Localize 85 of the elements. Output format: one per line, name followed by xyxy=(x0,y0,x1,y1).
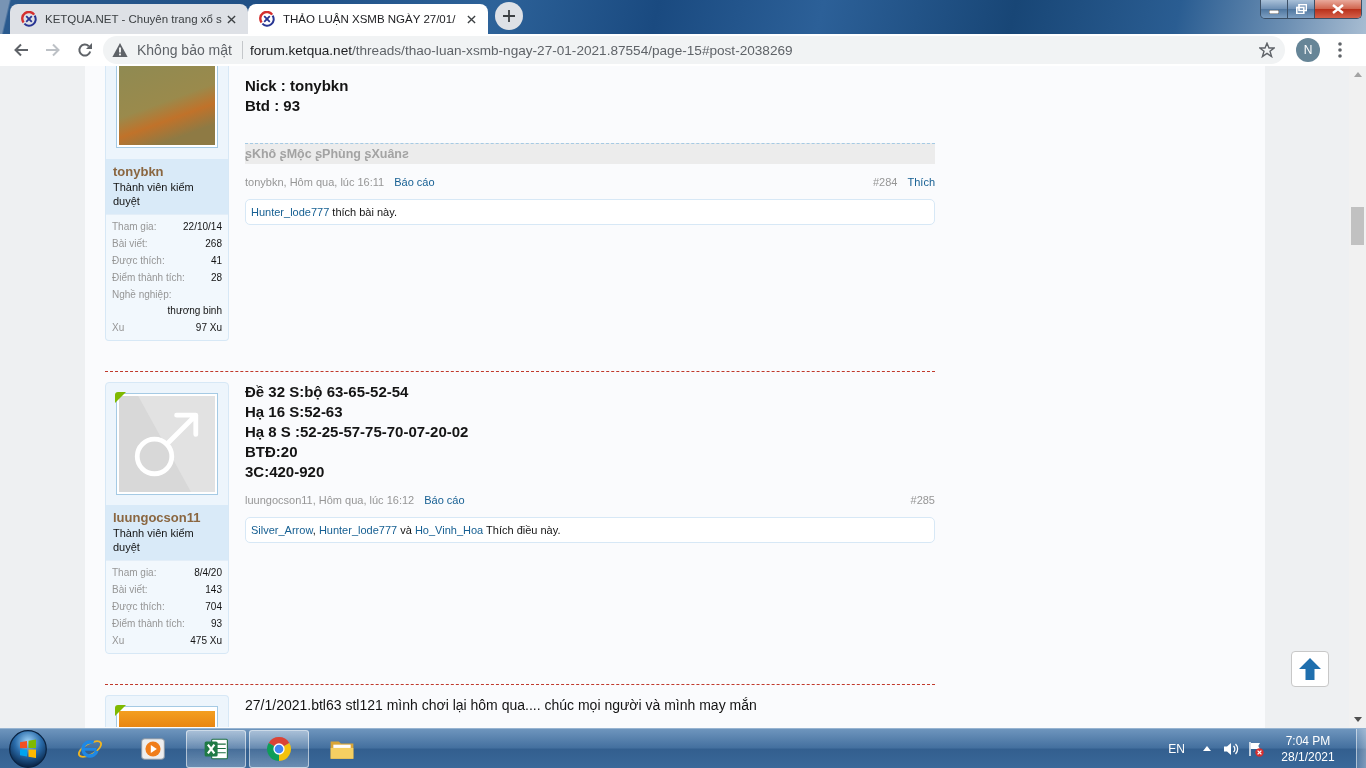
stat-label: Tham gia: xyxy=(112,566,157,580)
report-link[interactable]: Báo cáo xyxy=(424,492,465,508)
stat-label: Xu xyxy=(112,321,125,335)
bookmark-button[interactable] xyxy=(1257,40,1277,60)
stat-value: 268 xyxy=(205,237,222,251)
language-indicator[interactable]: EN xyxy=(1168,741,1185,756)
plus-icon xyxy=(503,9,515,22)
stat-label: Tham gia: xyxy=(112,220,157,234)
star-icon xyxy=(1259,42,1275,58)
scroll-to-top-button[interactable] xyxy=(1291,651,1329,687)
close-icon xyxy=(466,14,476,24)
username-link[interactable]: tonybkn xyxy=(113,164,221,180)
photo-placeholder[interactable] xyxy=(116,66,218,148)
stat-value: 93 xyxy=(210,617,222,631)
stat-value: 97 Xu xyxy=(195,321,222,335)
post-message: 27/1/2021.btl63 stl121 mình chơi lại hôm qua.... chúc mọi người và mình may mắn xyxy=(245,696,758,715)
stat-label: Được thích: xyxy=(112,600,165,614)
stat-label: Được thích: xyxy=(112,254,165,268)
up-arrow-icon xyxy=(1299,658,1321,680)
browser-tab[interactable]: THẢO LUẬN XSMB NGÀY 27/01/ xyxy=(248,4,488,34)
user-role: Thành viên kiểm duyệt xyxy=(113,180,195,208)
start-button[interactable] xyxy=(9,729,47,768)
scrollbar-thumb[interactable] xyxy=(1351,207,1364,245)
clock-time[interactable]: 7:04 PM xyxy=(1285,732,1331,749)
signature: ʂKhô ʂMộc ʂPhùng ʂXuânƨ xyxy=(245,143,935,164)
taskbar-app-button[interactable] xyxy=(249,729,309,768)
network-flag-error-icon[interactable] xyxy=(1248,740,1264,757)
security-label[interactable]: Không bảo mật xyxy=(137,42,232,58)
stat-value: thương binh xyxy=(167,304,222,318)
up-triangle-icon xyxy=(1353,72,1362,77)
post-message: Đề 32 S:bộ 63-65-52-54 Hạ 16 S:52-63 Hạ 8 S :52-25-57-75-70-07-20-02 BTĐ:20 3C:420-920 xyxy=(245,382,470,482)
stat-label: Bài viết: xyxy=(112,583,148,597)
stat-value: 475 Xu xyxy=(190,634,222,648)
logo-icon xyxy=(21,11,37,27)
user-link[interactable]: Hunter_lode777 xyxy=(318,524,398,536)
menu-dots-icon xyxy=(1338,42,1342,58)
stat-value: 704 xyxy=(205,600,222,614)
post-byline: luungocson11, Hôm qua, lúc 16:12 xyxy=(245,493,415,508)
stat-value: 41 xyxy=(210,254,222,268)
wheel-logo-icon xyxy=(266,735,292,762)
likes-text: Hunter_lode777 thích bài này. xyxy=(251,205,398,219)
user-link[interactable]: Ho_Vinh_Hoa xyxy=(414,524,484,536)
speaker-icon[interactable] xyxy=(1223,740,1239,757)
report-link[interactable]: Báo cáo xyxy=(394,174,435,190)
stat-label: Điểm thành tích: xyxy=(112,271,185,285)
like-link[interactable]: Thích xyxy=(907,174,935,190)
stat-label: Điểm thành tích: xyxy=(112,617,185,631)
minimize-button[interactable] xyxy=(1261,0,1288,18)
photo-placeholder[interactable] xyxy=(116,706,218,727)
minimize-icon xyxy=(1269,10,1279,14)
post-message: Nick : tonybkn Btd : 93 xyxy=(245,76,350,116)
username-link[interactable]: luungocson11 xyxy=(113,510,221,526)
stat-value: 8/4/20 xyxy=(194,566,222,580)
new-tab-button[interactable] xyxy=(495,1,523,30)
restore-button[interactable] xyxy=(1288,0,1315,18)
stat-value: 28 xyxy=(210,271,222,285)
user-link[interactable]: Hunter_lode777 xyxy=(251,206,330,218)
clock-date[interactable]: 28/1/2021 xyxy=(1281,748,1335,765)
user-link[interactable]: Silver_Arrow xyxy=(251,524,313,536)
close-window-button[interactable] xyxy=(1315,0,1361,18)
taskbar-app-button[interactable] xyxy=(186,729,246,768)
stat-label: Xu xyxy=(112,634,125,648)
user-role: Thành viên kiểm duyệt xyxy=(113,526,195,554)
stat-label: Bài viết: xyxy=(112,237,148,251)
scrollbar[interactable] xyxy=(1349,66,1366,728)
likes-text: Silver_Arrow, Hunter_lode777 và Ho_Vinh_Hoa Thích điều này. xyxy=(251,523,562,537)
close-icon xyxy=(226,14,236,24)
close-icon xyxy=(1332,4,1344,14)
stat-value: 143 xyxy=(205,583,222,597)
stat-label: Nghề nghiệp: xyxy=(112,288,172,302)
address-bar[interactable]: Không bảo mật forum.ketqua.net/threads/thao-luan-xsmb-ngay-27-01-2021.87554/page-15#post-2038269 xyxy=(103,36,1285,64)
up-triangle-icon xyxy=(1203,746,1211,751)
logo-icon xyxy=(259,11,275,27)
url-text[interactable]: forum.ketqua.net/threads/thao-luan-xsmb-ngay-27-01-2021.87554/page-15#post-2038269 xyxy=(249,42,793,58)
stat-value: 22/10/14 xyxy=(183,220,222,234)
warning-icon xyxy=(112,42,128,58)
post-byline: tonybkn, Hôm qua, lúc 16:11 xyxy=(245,175,385,190)
restore-icon xyxy=(1295,4,1307,14)
reload-icon xyxy=(77,42,93,58)
start-orb-icon xyxy=(9,729,47,768)
profile-avatar-button[interactable]: N xyxy=(1296,38,1320,62)
forward-arrow-icon xyxy=(45,42,61,58)
browser-tab[interactable]: KETQUA.NET - Chuyên trang xổ s xyxy=(10,4,248,34)
back-arrow-icon xyxy=(13,42,29,58)
down-triangle-icon xyxy=(1353,717,1362,722)
